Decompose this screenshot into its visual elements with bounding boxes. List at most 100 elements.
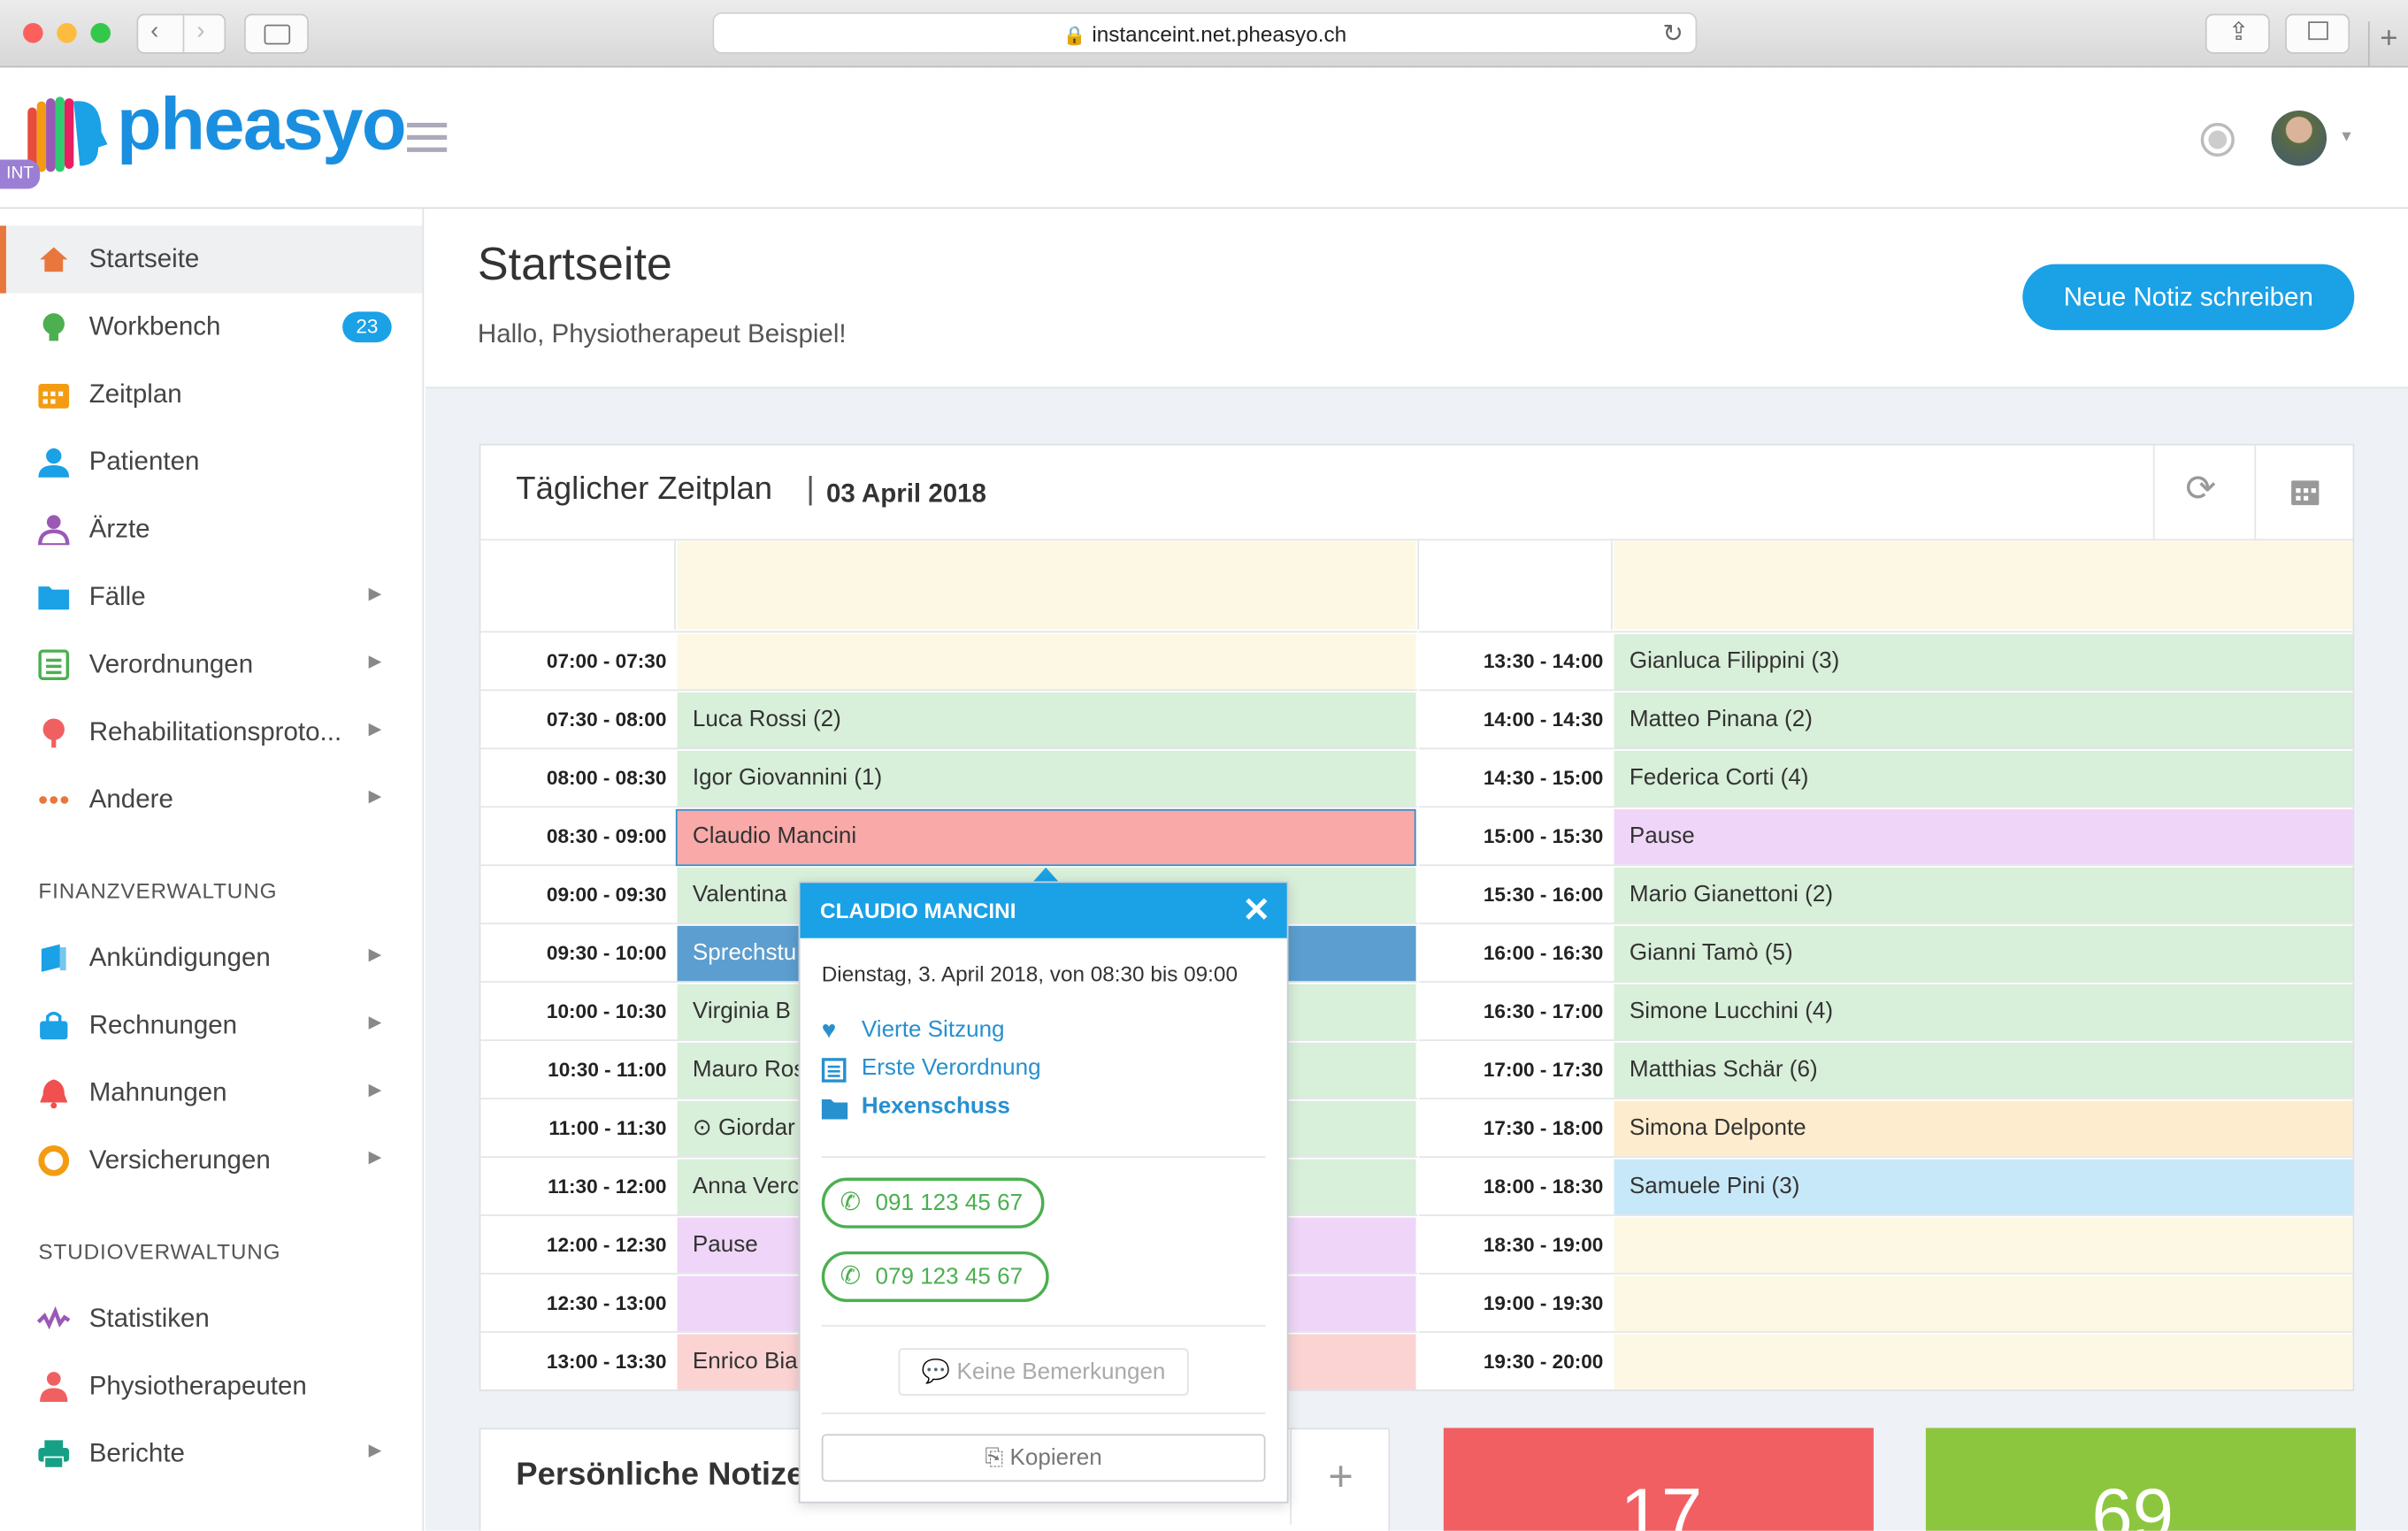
- time-slot: 11:00 - 11:30: [548, 1116, 667, 1140]
- menu-toggle-icon[interactable]: [407, 122, 448, 154]
- patient-name: CLAUDIO MANCINI: [820, 898, 1016, 923]
- title-separator: |: [806, 471, 815, 507]
- sidebar-item-berichte[interactable]: Berichte ▶: [0, 1420, 422, 1488]
- sidebar-item-physiotherapeuten[interactable]: Physiotherapeuten: [0, 1352, 422, 1420]
- chevron-right-icon: ▶: [368, 945, 382, 965]
- stat-card-red[interactable]: 17: [1443, 1428, 1874, 1531]
- phone-icon: ✆: [840, 1263, 861, 1290]
- appointment-cell[interactable]: [1614, 1334, 2353, 1390]
- appointment-cell[interactable]: [1614, 1275, 2353, 1332]
- sidebar-item-verordnungen[interactable]: Verordnungen ▶: [0, 631, 422, 698]
- sidebar-item-rehabilitation[interactable]: Rehabilitationsproto... ▶: [0, 699, 422, 766]
- stat-card-green[interactable]: 69: [1925, 1428, 2357, 1531]
- sidebar-item-ankuendigungen[interactable]: Ankündigungen ▶: [0, 924, 422, 991]
- appointment-datetime: Dienstag, 3. April 2018, von 08:30 bis 0…: [821, 961, 1238, 986]
- add-note-button[interactable]: +: [1290, 1429, 1390, 1525]
- sidebar-item-aerzte[interactable]: Ärzte: [0, 496, 422, 563]
- phone-number: 079 123 45 67: [875, 1263, 1024, 1290]
- sidebar-item-versicherungen[interactable]: Versicherungen ▶: [0, 1127, 422, 1194]
- appointment-cell[interactable]: Matteo Pinana (2): [1614, 692, 2353, 748]
- stat-value: 17: [1620, 1475, 1703, 1531]
- refresh-button[interactable]: ⟳: [2152, 445, 2255, 541]
- copy-button[interactable]: ⎘ Kopieren: [821, 1434, 1266, 1482]
- appointment-cell[interactable]: Samuele Pini (3): [1614, 1159, 2353, 1215]
- reload-icon[interactable]: ↻: [1662, 14, 1683, 56]
- section-heading-studio: STUDIOVERWALTUNG: [38, 1238, 281, 1264]
- notes-title: Persönliche Notize: [516, 1457, 805, 1493]
- tabs-icon: [2308, 21, 2328, 41]
- share-icon: ⇪: [2228, 19, 2250, 47]
- close-window-button[interactable]: [23, 23, 43, 43]
- phone-button-1[interactable]: ✆ 091 123 45 67: [821, 1177, 1045, 1229]
- appointment-cell[interactable]: Simona Delponte: [1614, 1100, 2353, 1157]
- calendar-button[interactable]: [2254, 445, 2352, 541]
- forward-icon[interactable]: ›: [196, 19, 204, 46]
- schedule-row: 16:00 - 16:30 Gianni Tamò (5): [1419, 922, 2355, 982]
- sidebar-item-label: Rehabilitationsproto...: [88, 716, 342, 746]
- schedule-row: 08:00 - 08:30 Igor Giovannini (1): [480, 747, 1418, 807]
- sidebar-toggle-button[interactable]: [244, 13, 309, 54]
- sidebar-item-statistiken[interactable]: Statistiken: [0, 1285, 422, 1352]
- sidebar-item-label: Ankündigungen: [88, 942, 271, 972]
- globe-icon[interactable]: [2200, 122, 2235, 157]
- chevron-right-icon: ▶: [368, 652, 382, 671]
- appointment-cell[interactable]: [1614, 1217, 2353, 1274]
- appointment-cell[interactable]: Matthias Schär (6): [1614, 1042, 2353, 1098]
- new-tab-icon[interactable]: +: [2367, 21, 2408, 68]
- new-note-button[interactable]: Neue Notiz schreiben: [2022, 264, 2355, 331]
- case-link[interactable]: Hexenschuss: [862, 1093, 1010, 1120]
- sidebar-item-startseite[interactable]: Startseite: [0, 226, 423, 294]
- sidebar-item-andere[interactable]: Andere ▶: [0, 766, 422, 833]
- address-bar[interactable]: 🔒 instanceint.net.pheasyo.ch ↻: [712, 11, 1698, 56]
- sidebar-item-zeitplan[interactable]: Zeitplan: [0, 361, 422, 428]
- maximize-window-button[interactable]: [90, 23, 111, 43]
- time-slot: 12:30 - 13:00: [546, 1290, 667, 1315]
- close-icon[interactable]: ✕: [1242, 883, 1270, 938]
- prescription-link[interactable]: Erste Verordnung: [862, 1055, 1041, 1082]
- sidebar-item-label: Versicherungen: [88, 1145, 271, 1175]
- tabs-button[interactable]: [2285, 13, 2350, 54]
- time-slot: 18:30 - 19:00: [1483, 1233, 1604, 1257]
- back-icon[interactable]: ‹: [150, 19, 158, 46]
- time-slot: 16:00 - 16:30: [1483, 941, 1604, 965]
- chevron-down-icon[interactable]: ▼: [2339, 129, 2354, 146]
- heart-icon: ♥: [821, 1017, 837, 1045]
- appointment-cell[interactable]: Simone Lucchini (4): [1614, 984, 2353, 1040]
- minimize-window-button[interactable]: [57, 23, 77, 43]
- appointment-cell[interactable]: Federica Corti (4): [1614, 750, 2353, 807]
- sidebar-item-rechnungen[interactable]: Rechnungen ▶: [0, 991, 422, 1059]
- time-slot: 13:00 - 13:30: [546, 1349, 667, 1373]
- folder-icon: [821, 1098, 848, 1120]
- appointment-cell[interactable]: Gianni Tamò (5): [1614, 925, 2353, 982]
- schedule-row: 14:00 - 14:30 Matteo Pinana (2): [1419, 689, 2355, 748]
- sidebar-item-label: Fälle: [88, 581, 146, 611]
- appointment-cell[interactable]: [677, 633, 1416, 690]
- share-button[interactable]: ⇪: [2205, 13, 2270, 54]
- session-link[interactable]: Vierte Sitzung: [862, 1016, 1005, 1043]
- section-heading-finance: FINANZVERWALTUNG: [38, 877, 278, 903]
- sidebar-item-faelle[interactable]: Fälle ▶: [0, 563, 422, 631]
- appointment-cell[interactable]: Pause: [1614, 808, 2353, 865]
- time-slot: 13:30 - 14:00: [1483, 649, 1604, 673]
- appointment-cell[interactable]: Luca Rossi (2): [677, 692, 1416, 748]
- app-logo[interactable]: pheasyo: [117, 83, 407, 167]
- schedule-row: 18:30 - 19:00: [1419, 1214, 2355, 1274]
- time-slot: 07:30 - 08:00: [546, 708, 667, 731]
- phone-number: 091 123 45 67: [875, 1190, 1024, 1216]
- schedule-date: 03 April 2018: [825, 478, 987, 509]
- lightbulb-icon: [42, 313, 65, 341]
- schedule-row: 13:30 - 14:00 Gianluca Filippini (3): [1419, 631, 2355, 690]
- appointment-cell[interactable]: Gianluca Filippini (3): [1614, 633, 2353, 690]
- appointment-cell[interactable]: Igor Giovannini (1): [677, 750, 1416, 807]
- count-badge: 23: [342, 311, 392, 343]
- sidebar-item-workbench[interactable]: Workbench 23: [0, 294, 422, 361]
- column-header-right: [1614, 540, 2353, 630]
- no-remarks-button[interactable]: 💬 Keine Bemerkungen: [898, 1348, 1189, 1397]
- user-avatar[interactable]: [2271, 110, 2327, 166]
- phone-button-2[interactable]: ✆ 079 123 45 67: [821, 1251, 1049, 1303]
- sidebar-item-patienten[interactable]: Patienten: [0, 428, 422, 495]
- sidebar-item-mahnungen[interactable]: Mahnungen ▶: [0, 1060, 422, 1127]
- chevron-right-icon: ▶: [368, 720, 382, 739]
- appointment-cell[interactable]: Mario Gianettoni (2): [1614, 867, 2353, 923]
- sidebar: Startseite Workbench 23 Zeitplan Patient…: [0, 209, 425, 1531]
